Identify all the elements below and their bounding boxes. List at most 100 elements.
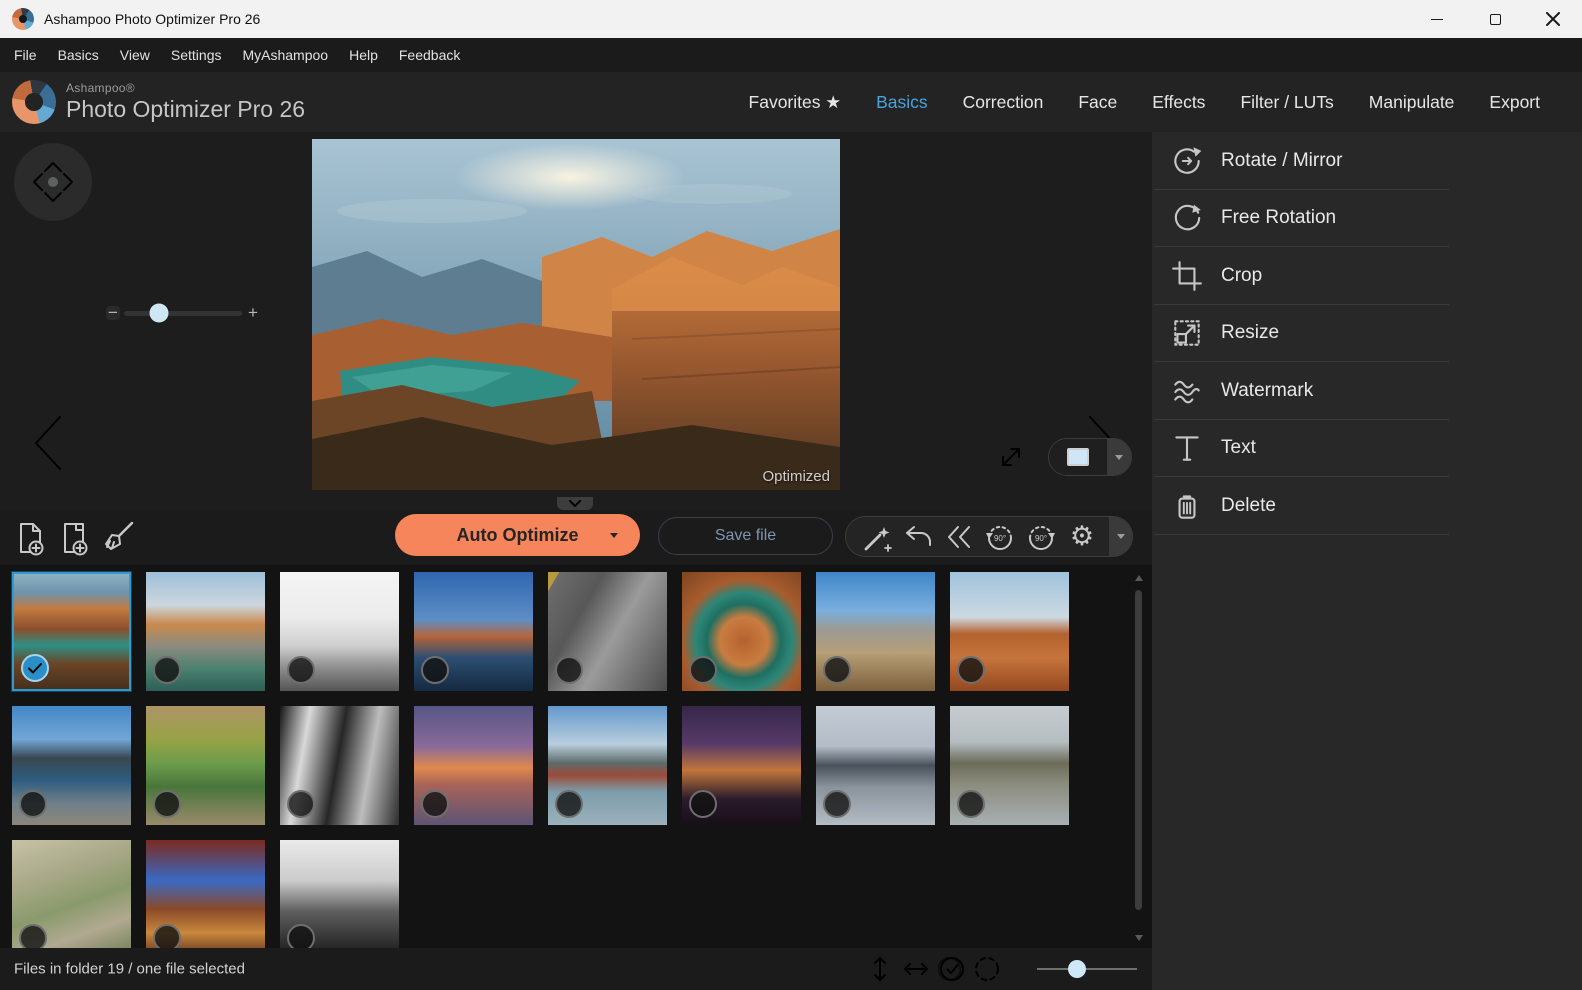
scrollbar-thumb[interactable] [1135, 590, 1142, 910]
fullscreen-button[interactable] [996, 442, 1026, 472]
fit-height-button[interactable] [866, 955, 894, 983]
select-circle[interactable] [421, 790, 449, 818]
select-circle[interactable] [555, 656, 583, 684]
menu-feedback[interactable]: Feedback [399, 47, 460, 63]
select-circle[interactable] [19, 924, 47, 948]
sidebar-item-crop[interactable]: Crop [1152, 247, 1582, 305]
select-circle[interactable] [287, 790, 315, 818]
scroll-up-icon[interactable] [1135, 575, 1143, 581]
view-mode-dropdown[interactable] [1107, 439, 1131, 475]
tab-favorites[interactable]: Favorites ★ [749, 92, 842, 113]
rotate-right-90-button[interactable]: 90° [1024, 520, 1058, 554]
menu-settings[interactable]: Settings [171, 47, 222, 63]
select-circle[interactable] [153, 924, 181, 948]
thumbnail[interactable] [12, 840, 131, 948]
collapse-preview-button[interactable] [557, 497, 593, 510]
auto-optimize-button[interactable]: Auto Optimize [395, 514, 640, 556]
thumbnail-size-slider[interactable] [1037, 968, 1137, 970]
scroll-down-icon[interactable] [1135, 935, 1143, 941]
previous-image-button[interactable] [26, 412, 72, 474]
select-circle[interactable] [689, 790, 717, 818]
photo-canvas[interactable]: Optimized [312, 139, 840, 490]
tab-basics[interactable]: Basics [876, 92, 928, 113]
menu-view[interactable]: View [120, 47, 150, 63]
close-button[interactable] [1524, 0, 1582, 38]
selected-check-icon[interactable] [21, 654, 49, 682]
tab-manipulate[interactable]: Manipulate [1369, 92, 1455, 113]
thumbnail[interactable] [414, 706, 533, 825]
thumbnail[interactable] [280, 840, 399, 948]
select-circle[interactable] [957, 790, 985, 818]
thumbnail[interactable] [548, 706, 667, 825]
zoom-thumb[interactable] [150, 304, 169, 323]
sidebar-item-resize[interactable]: Resize [1152, 305, 1582, 363]
tab-effects[interactable]: Effects [1152, 92, 1205, 113]
preview-zoom-slider[interactable]: − + [106, 300, 260, 326]
zoom-track[interactable] [124, 311, 242, 316]
add-files-button[interactable] [56, 519, 94, 557]
sidebar-item-delete[interactable]: Delete [1152, 477, 1582, 535]
thumbnail[interactable] [146, 840, 265, 948]
select-circle[interactable] [555, 790, 583, 818]
thumbnail[interactable] [548, 572, 667, 691]
select-circle[interactable] [287, 656, 315, 684]
thumbnail[interactable] [12, 706, 131, 825]
magic-wand-button[interactable] [860, 520, 894, 554]
thumbnail-scrollbar[interactable] [1133, 571, 1145, 941]
thumbnail[interactable] [280, 572, 399, 691]
sidebar-item-watermark[interactable]: Watermark [1152, 362, 1582, 420]
zoom-out-icon[interactable]: − [106, 306, 120, 320]
show-optimized-button[interactable] [938, 955, 966, 983]
menu-myashampoo[interactable]: MyAshampoo [242, 47, 328, 63]
sidebar-item-rotate-mirror[interactable]: Rotate / Mirror [1152, 132, 1582, 190]
thumbnail[interactable] [816, 572, 935, 691]
add-file-button[interactable] [12, 519, 50, 557]
tab-correction[interactable]: Correction [963, 92, 1044, 113]
maximize-button[interactable] [1466, 0, 1524, 38]
menu-basics[interactable]: Basics [58, 47, 99, 63]
fit-width-button[interactable] [902, 955, 930, 983]
thumbnail[interactable] [414, 572, 533, 691]
thumbnail[interactable] [950, 706, 1069, 825]
pan-control[interactable] [14, 143, 92, 221]
select-circle[interactable] [689, 656, 717, 684]
save-file-button[interactable]: Save file [658, 517, 833, 555]
tab-filter-luts[interactable]: Filter / LUTs [1240, 92, 1333, 113]
tab-face[interactable]: Face [1078, 92, 1117, 113]
menu-file[interactable]: File [14, 47, 37, 63]
brand-logo-icon [12, 80, 56, 124]
sidebar-item-text[interactable]: Text [1152, 420, 1582, 478]
select-circle[interactable] [153, 790, 181, 818]
clear-list-button[interactable] [100, 519, 138, 557]
selection-mode-button[interactable] [973, 955, 1001, 983]
thumbnail[interactable] [950, 572, 1069, 691]
quick-actions-dropdown[interactable] [1109, 517, 1132, 556]
select-circle[interactable] [957, 656, 985, 684]
select-circle[interactable] [287, 924, 315, 948]
thumbnail[interactable] [146, 572, 265, 691]
settings-button[interactable]: ⚙ [1065, 520, 1099, 554]
select-circle[interactable] [823, 656, 851, 684]
zoom-in-icon[interactable]: + [246, 306, 260, 320]
thumbnail[interactable] [280, 706, 399, 825]
undo-all-button[interactable] [942, 520, 976, 554]
gear-icon: ⚙ [1070, 523, 1094, 550]
select-circle[interactable] [153, 656, 181, 684]
undo-button[interactable] [901, 520, 935, 554]
thumbnail[interactable] [146, 706, 265, 825]
files-status-text: Files in folder 19 / one file selected [14, 961, 245, 978]
thumbnail[interactable] [682, 706, 801, 825]
compare-view-button[interactable] [1048, 438, 1132, 476]
menu-help[interactable]: Help [349, 47, 378, 63]
thumbnail[interactable] [12, 572, 131, 691]
tab-export[interactable]: Export [1489, 92, 1540, 113]
thumbnail[interactable] [682, 572, 801, 691]
thumbnail[interactable] [816, 706, 935, 825]
select-circle[interactable] [823, 790, 851, 818]
select-circle[interactable] [421, 656, 449, 684]
size-slider-thumb[interactable] [1068, 960, 1086, 978]
sidebar-item-free-rotation[interactable]: Free Rotation [1152, 190, 1582, 248]
rotate-left-90-button[interactable]: 90° [983, 520, 1017, 554]
minimize-button[interactable] [1408, 0, 1466, 38]
select-circle[interactable] [19, 790, 47, 818]
